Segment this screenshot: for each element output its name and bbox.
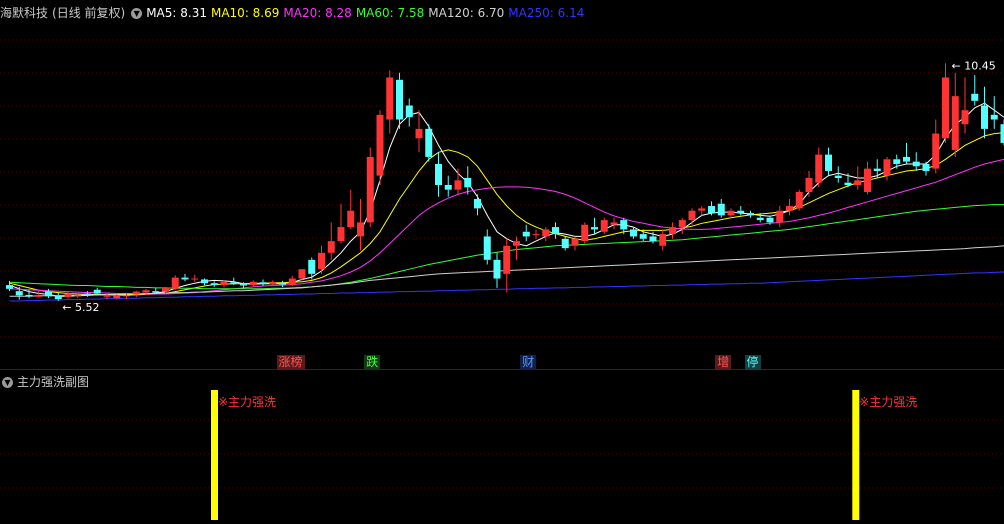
candle [191, 274, 199, 282]
candle [942, 63, 949, 143]
candle [483, 229, 491, 265]
candle [444, 175, 452, 197]
candle [737, 206, 745, 216]
candle [678, 217, 686, 235]
candle [961, 77, 969, 134]
candle [951, 72, 959, 157]
candle [386, 70, 394, 134]
candle [717, 199, 725, 218]
candle [581, 222, 589, 244]
candle [932, 119, 940, 174]
candle [786, 199, 793, 216]
candle [201, 278, 208, 286]
candle [210, 281, 218, 287]
candle [747, 210, 754, 218]
candle [279, 280, 286, 287]
candle [659, 229, 667, 251]
signal-bar [852, 390, 860, 520]
candlestick-chart: ← 10.45 ← 5.52 [0, 39, 1004, 370]
candle [805, 170, 813, 197]
event-marker[interactable]: 涨榜 [276, 355, 305, 370]
candle [327, 222, 335, 260]
candle [903, 142, 910, 164]
event-marker[interactable]: 停 [744, 355, 761, 370]
candle [435, 152, 442, 197]
candle [561, 236, 569, 251]
candle [249, 280, 257, 287]
candle [171, 275, 179, 291]
candle [522, 224, 530, 242]
candle [503, 238, 511, 293]
candle [873, 159, 881, 178]
candle [610, 217, 618, 230]
event-marker[interactable]: 财 [520, 355, 537, 370]
candle [698, 206, 706, 216]
candle [366, 147, 374, 228]
candle [181, 273, 189, 282]
signal-label: ※主力强洗 [859, 395, 917, 409]
candle [981, 86, 988, 139]
candle [591, 217, 598, 235]
candle [727, 208, 735, 218]
signal-label: ※主力强洗 [218, 395, 276, 409]
candle [532, 229, 540, 239]
candle [347, 189, 355, 230]
event-marker[interactable]: 跌 [364, 355, 381, 370]
candle [513, 236, 520, 260]
candle [405, 98, 413, 127]
candle [64, 291, 72, 299]
candle [474, 194, 481, 216]
candle [912, 152, 920, 171]
candle [288, 275, 296, 287]
high-price-label: ← 10.45 [952, 59, 996, 72]
candle [376, 110, 384, 185]
candle [464, 166, 472, 195]
candle [493, 252, 501, 288]
candle [669, 222, 676, 239]
candle [864, 161, 871, 195]
candle [776, 206, 784, 228]
candle [834, 166, 842, 183]
candle [600, 217, 608, 235]
candle [425, 124, 433, 162]
candle [396, 72, 403, 129]
signal-bar [211, 390, 218, 520]
candle [318, 245, 325, 274]
candle [815, 147, 823, 188]
candle [825, 147, 832, 176]
candle [337, 203, 345, 244]
candle [688, 208, 696, 225]
candle [795, 189, 803, 211]
candle [971, 75, 979, 106]
candle [357, 199, 364, 251]
candle [893, 154, 901, 169]
candle [883, 156, 891, 181]
candle [132, 290, 140, 298]
sub-chart: ※主力强洗 ※主力强洗 [0, 390, 1004, 520]
low-price-label: ← 5.52 [62, 301, 99, 314]
candle [542, 227, 550, 242]
candle [630, 227, 637, 239]
event-marker[interactable]: 增 [715, 355, 732, 370]
candle [639, 229, 647, 242]
candle [1000, 119, 1004, 146]
candle [552, 222, 559, 239]
candle [259, 279, 267, 287]
